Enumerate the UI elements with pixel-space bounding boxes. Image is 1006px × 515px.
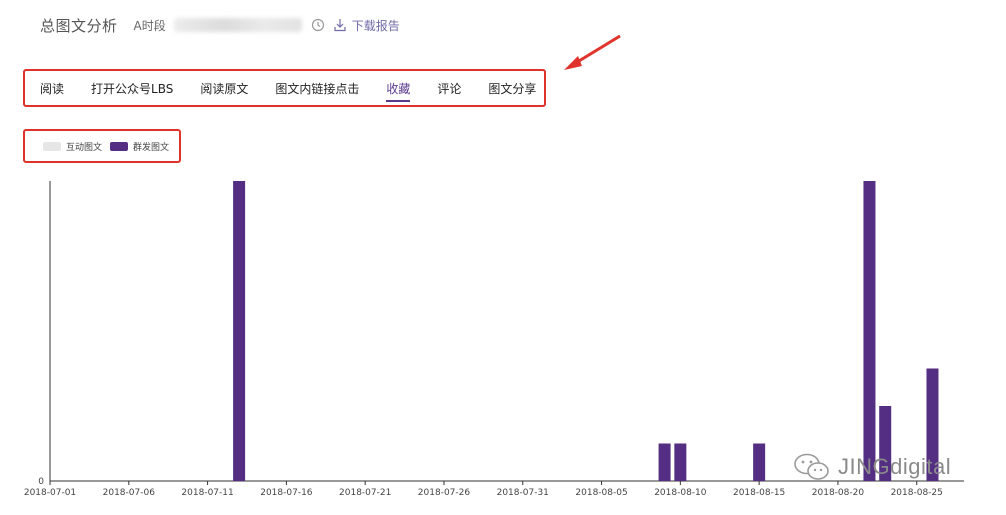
bar: [658, 443, 671, 481]
x-tick-label: 2018-07-31: [497, 488, 549, 498]
x-tick-label: 2018-07-21: [339, 488, 391, 498]
watermark-text: JINGdigital: [838, 454, 952, 479]
chart-legend: 互动图文 群发图文: [23, 129, 181, 163]
bar: [863, 181, 876, 481]
legend-label-broadcast: 群发图文: [133, 142, 170, 153]
x-tick-label: 2018-08-20: [812, 488, 865, 498]
bar: [674, 443, 687, 481]
bar: [233, 181, 246, 481]
y-tick-label: 0: [38, 477, 44, 487]
legend-label-interactive: 互动图文: [66, 142, 103, 153]
x-tick-label: 2018-08-05: [575, 488, 627, 498]
legend-swatch-broadcast: [110, 141, 129, 151]
period-label: A时段: [133, 18, 166, 33]
tab-comments[interactable]: 评论: [437, 80, 461, 97]
tab-inline-link-clicks[interactable]: 图文内链接点击: [275, 80, 359, 97]
x-tick-label: 2018-08-10: [654, 488, 707, 498]
legend-item-broadcast[interactable]: 群发图文: [110, 140, 169, 153]
download-report-button[interactable]: 下载报告: [332, 17, 400, 34]
history-icon[interactable]: [310, 17, 326, 33]
x-tick-label: 2018-08-25: [891, 488, 943, 498]
tab-read[interactable]: 阅读: [40, 80, 64, 97]
report-header: 总图文分析 A时段 下载报告: [40, 14, 400, 36]
tab-read-original[interactable]: 阅读原文: [200, 80, 248, 97]
period-range-redacted: [173, 18, 302, 32]
download-report-label: 下载报告: [351, 18, 400, 33]
wechat-icon: [794, 453, 829, 480]
tab-open-lbs[interactable]: 打开公众号LBS: [91, 80, 173, 97]
annotation-arrow-icon: [564, 34, 621, 70]
legend-swatch-interactive: [43, 141, 61, 151]
legend-item-interactive[interactable]: 互动图文: [43, 140, 102, 153]
bar: [753, 443, 766, 481]
x-tick-label: 2018-07-26: [418, 488, 471, 498]
download-icon: [332, 17, 348, 33]
x-tick-label: 2018-07-06: [103, 488, 156, 498]
tab-favorites[interactable]: 收藏: [386, 80, 411, 102]
x-tick-label: 2018-07-16: [260, 488, 313, 498]
x-tick-label: 2018-07-01: [24, 488, 76, 498]
x-tick-label: 2018-08-15: [733, 488, 785, 498]
watermark: JINGdigital: [792, 452, 951, 482]
tab-shares[interactable]: 图文分享: [488, 80, 536, 97]
page-title: 总图文分析: [40, 16, 118, 35]
metric-tabs: 阅读 打开公众号LBS 阅读原文 图文内链接点击 收藏 评论 图文分享: [23, 69, 546, 107]
x-tick-label: 2018-07-11: [181, 488, 233, 498]
